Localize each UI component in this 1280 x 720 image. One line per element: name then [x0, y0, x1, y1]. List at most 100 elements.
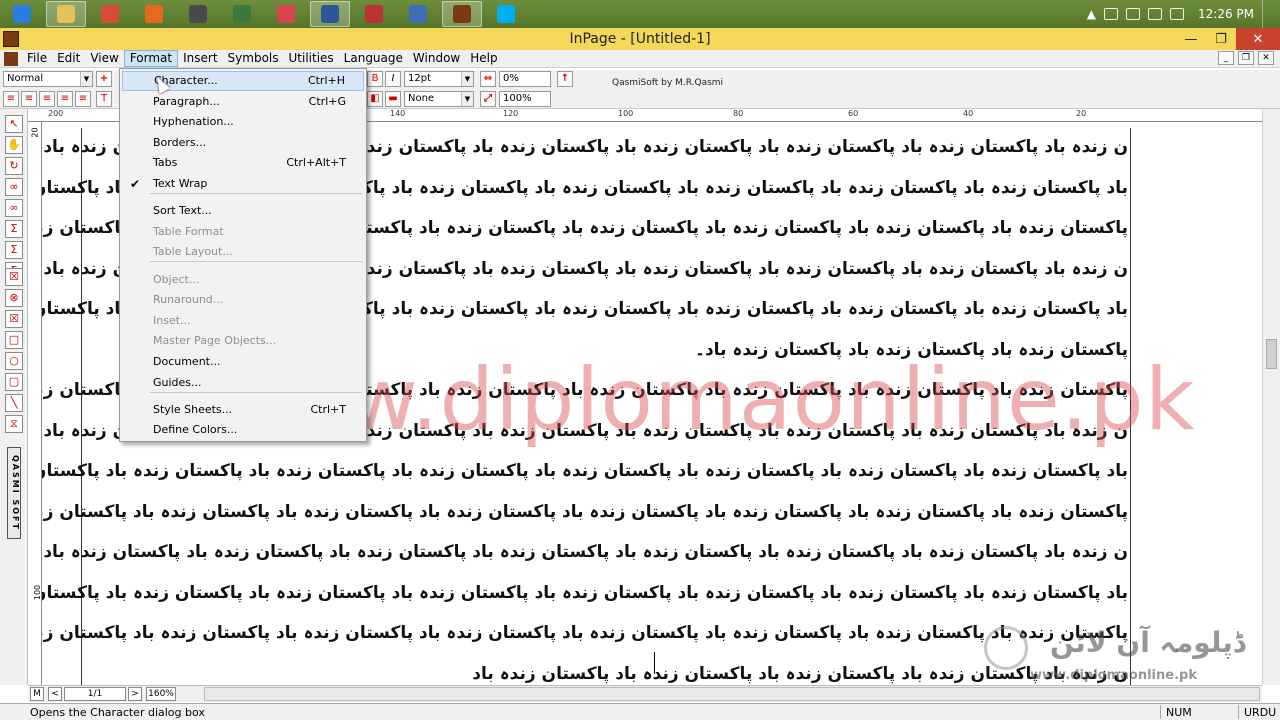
polygon-tool-icon[interactable]: ⧖: [5, 415, 23, 433]
taskbar-button[interactable]: [2, 1, 42, 27]
justify-all-icon[interactable]: ≡: [75, 91, 91, 107]
menu-language[interactable]: Language: [339, 50, 408, 67]
taskbar-button[interactable]: [486, 1, 526, 27]
next-page-button[interactable]: >: [128, 687, 142, 701]
maximize-button[interactable]: ❐: [1206, 28, 1236, 50]
minimize-button[interactable]: —: [1176, 28, 1206, 50]
taskbar-button[interactable]: [398, 1, 438, 27]
menu-item-object[interactable]: Object...: [122, 270, 364, 290]
shade-icon[interactable]: ▬: [385, 91, 401, 107]
menu-format[interactable]: Format: [123, 50, 179, 67]
menu-window[interactable]: Window: [408, 50, 465, 67]
menu-item-sort-text[interactable]: Sort Text...: [122, 201, 364, 221]
menu-edit[interactable]: Edit: [52, 50, 85, 67]
doc-close-button[interactable]: ✕: [1258, 51, 1274, 65]
taskbar-button[interactable]: [178, 1, 218, 27]
vertical-scrollbar[interactable]: [1262, 109, 1280, 685]
scale-icon[interactable]: ⤢: [480, 91, 496, 107]
menu-view[interactable]: View: [85, 50, 123, 67]
align-center-icon[interactable]: ≡: [21, 91, 37, 107]
underline-combo[interactable]: None ▼: [404, 91, 474, 107]
chevron-down-icon[interactable]: ▼: [461, 92, 473, 106]
menu-item-master-page-objects[interactable]: Master Page Objects...: [122, 331, 364, 351]
menu-item-text-wrap[interactable]: ✔ Text Wrap: [122, 174, 364, 194]
menu-item-tabs[interactable]: Tabs Ctrl+Alt+T: [122, 153, 364, 173]
doc-minimize-button[interactable]: _: [1218, 51, 1234, 65]
chevron-down-icon[interactable]: ▼: [80, 72, 92, 86]
text-line[interactable]: باد پاکستان زندہ باد پاکستان زندہ باد پا…: [42, 460, 1128, 482]
align-left-icon[interactable]: ≡: [39, 91, 55, 107]
scrollbar-thumb[interactable]: [1266, 339, 1277, 369]
taskbar-button[interactable]: [46, 1, 86, 27]
prev-page-button[interactable]: <: [48, 687, 62, 701]
doc-restore-button[interactable]: ❐: [1238, 51, 1254, 65]
menu-file[interactable]: File: [22, 50, 52, 67]
menu-item-table-layout[interactable]: Table Layout...: [122, 242, 364, 262]
show-desktop-button[interactable]: [1262, 0, 1272, 28]
bold-button[interactable]: B: [367, 71, 383, 87]
menu-item-runaround[interactable]: Runaround...: [122, 290, 364, 310]
scale-input[interactable]: 100%: [499, 91, 551, 107]
close-button[interactable]: ✕: [1236, 28, 1280, 50]
vertical-ruler[interactable]: 20 100: [28, 122, 42, 686]
tracking-input[interactable]: 0%: [499, 71, 551, 87]
menu-help[interactable]: Help: [465, 50, 502, 67]
zoom-field[interactable]: 160%: [146, 687, 176, 701]
menu-symbols[interactable]: Symbols: [223, 50, 284, 67]
taskbar-button[interactable]: [266, 1, 306, 27]
rectangle-tool-icon[interactable]: □: [5, 331, 23, 349]
taskbar-button[interactable]: [90, 1, 130, 27]
align-right-icon[interactable]: ≡: [3, 91, 19, 107]
document-icon[interactable]: [4, 51, 18, 66]
taskbar-button[interactable]: [134, 1, 174, 27]
text-box-tool-icon[interactable]: Ʃ: [5, 241, 23, 259]
italic-button[interactable]: I: [385, 71, 401, 87]
line-tool-icon[interactable]: ╲: [5, 394, 23, 412]
ellipse-tool-icon[interactable]: ○: [5, 352, 23, 370]
text-line[interactable]: پاکستان زندہ باد پاکستان زندہ باد پاکستا…: [42, 501, 1128, 523]
baseline-icon[interactable]: ↑: [557, 71, 573, 87]
menu-insert[interactable]: Insert: [178, 50, 222, 67]
menu-utilities[interactable]: Utilities: [284, 50, 339, 67]
page-indicator[interactable]: 1/1: [64, 687, 126, 701]
oval-picture-tool-icon[interactable]: ⊗: [5, 289, 23, 307]
menu-item-borders[interactable]: Borders...: [122, 133, 364, 153]
menu-item-inset[interactable]: Inset...: [122, 311, 364, 331]
menu-item-guides[interactable]: Guides...: [122, 373, 364, 393]
horizontal-scrollbar[interactable]: [204, 687, 1260, 701]
volume-icon[interactable]: [1126, 8, 1140, 20]
flag-icon[interactable]: [1104, 8, 1118, 20]
style-combo[interactable]: Normal ▼: [3, 71, 93, 87]
link-tool-icon[interactable]: ∞: [5, 178, 23, 196]
taskbar-button[interactable]: [442, 1, 482, 27]
menu-item-define-colors[interactable]: Define Colors...: [122, 420, 364, 440]
text-line[interactable]: ن زندہ باد پاکستان زندہ باد پاکستان زندہ…: [42, 541, 1128, 563]
network-icon[interactable]: [1170, 8, 1184, 20]
taskbar-button[interactable]: [310, 1, 350, 27]
rounded-rect-tool-icon[interactable]: ▢: [5, 373, 23, 391]
rotate-tool-icon[interactable]: ↻: [5, 157, 23, 175]
menu-item-hyphenation[interactable]: Hyphenation...: [122, 112, 364, 132]
menu-item-document[interactable]: Document...: [122, 352, 364, 372]
battery-icon[interactable]: [1148, 8, 1162, 20]
text-tool-icon[interactable]: Ʃ: [5, 220, 23, 238]
pointer-tool-icon[interactable]: ↖: [5, 115, 23, 133]
tray-chevron-icon[interactable]: ▲: [1087, 7, 1096, 21]
unlink-tool-icon[interactable]: ∞: [5, 199, 23, 217]
clock[interactable]: 12:26 PM: [1198, 7, 1254, 21]
crosshair-icon[interactable]: +: [96, 71, 112, 87]
taskbar-button[interactable]: [354, 1, 394, 27]
text-line[interactable]: پاکستان زندہ باد پاکستان زندہ باد پاکستا…: [42, 622, 1128, 644]
text-line[interactable]: باد پاکستان زندہ باد پاکستان زندہ باد پا…: [42, 582, 1128, 604]
justify-icon[interactable]: ≡: [57, 91, 73, 107]
master-page-button[interactable]: M: [30, 687, 44, 701]
chevron-down-icon[interactable]: ▼: [461, 72, 473, 86]
taskbar-button[interactable]: [222, 1, 262, 27]
menu-item-paragraph[interactable]: Paragraph... Ctrl+G: [122, 92, 364, 112]
color-icon[interactable]: ◧: [367, 91, 383, 107]
picture-box-tool-icon[interactable]: ☒: [5, 268, 23, 286]
hand-tool-icon[interactable]: ✋: [5, 136, 23, 154]
text-box-icon[interactable]: T: [96, 91, 112, 107]
rect-picture-tool-icon[interactable]: ☒: [5, 310, 23, 328]
tracking-icon[interactable]: ⇔: [480, 71, 496, 87]
